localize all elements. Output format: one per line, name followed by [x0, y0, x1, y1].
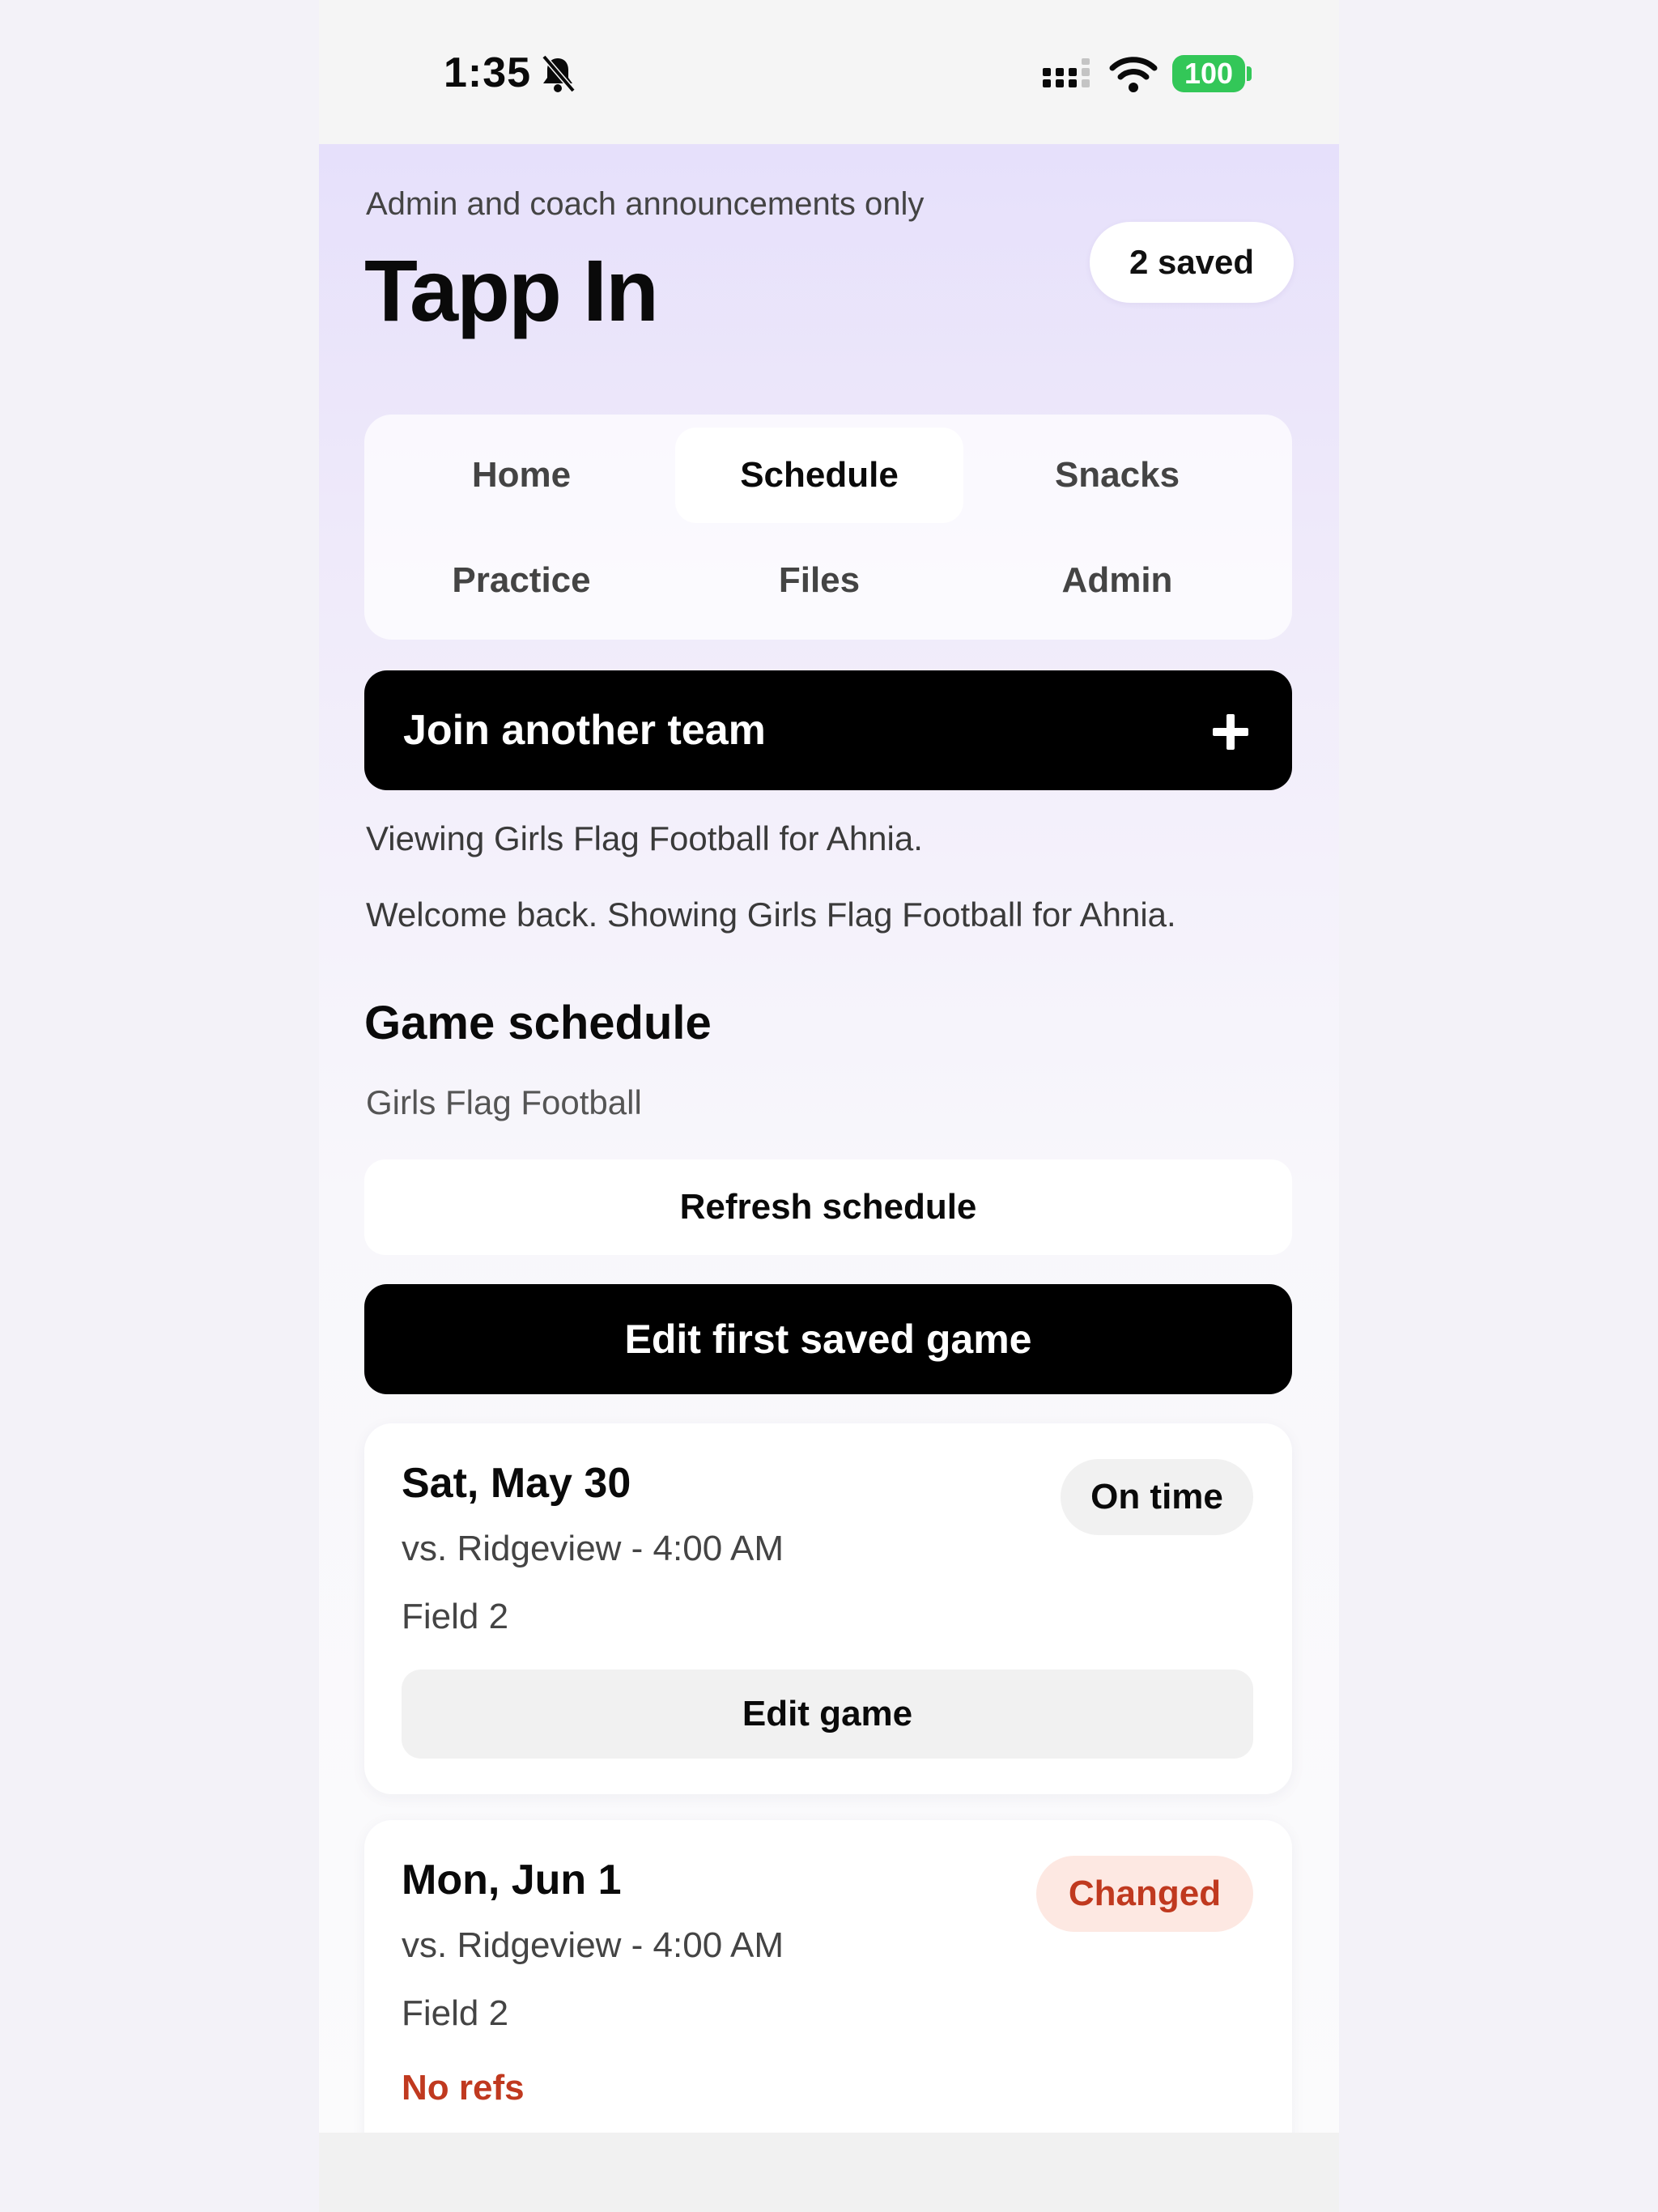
edit-first-saved-game-button[interactable]: Edit first saved game	[364, 1284, 1292, 1394]
app-title: Tapp In	[364, 241, 659, 339]
join-another-team-button[interactable]: Join another team	[364, 670, 1292, 790]
cellular-signal-icon	[1043, 58, 1090, 87]
tab-bar: Home Schedule Snacks Practice Files Admi…	[364, 415, 1292, 640]
join-button-label: Join another team	[403, 707, 766, 754]
bottom-bar	[319, 2133, 1339, 2212]
status-bar: 1:35 100	[319, 0, 1339, 144]
refresh-schedule-button[interactable]: Refresh schedule	[364, 1159, 1292, 1255]
tab-snacks[interactable]: Snacks	[973, 428, 1261, 523]
tab-practice[interactable]: Practice	[377, 533, 665, 628]
tab-schedule[interactable]: Schedule	[675, 428, 963, 523]
battery-cap	[1247, 66, 1252, 81]
team-name-text: Girls Flag Football	[366, 1083, 642, 1121]
bell-muted-icon	[542, 54, 576, 93]
phone-screen: 1:35 100 Admin and coach announcements o…	[319, 0, 1339, 2212]
saved-count-badge[interactable]: 2 saved	[1090, 222, 1294, 303]
status-time: 1:35	[444, 49, 532, 96]
viewing-info-text: Viewing Girls Flag Football for Ahnia.	[366, 819, 923, 857]
app-content: Admin and coach announcements only Tapp …	[319, 144, 1339, 2176]
edit-game-button[interactable]: Edit game	[402, 1670, 1253, 1759]
game-card: Mon, Jun 1 Changed vs. Ridgeview - 4:00 …	[364, 1820, 1292, 2176]
tab-files[interactable]: Files	[675, 533, 963, 628]
tab-home[interactable]: Home	[377, 428, 665, 523]
game-date: Sat, May 30	[402, 1460, 631, 1507]
wifi-icon	[1109, 57, 1158, 92]
game-status-badge: Changed	[1036, 1856, 1253, 1932]
game-field: Field 2	[402, 1993, 509, 2033]
welcome-info-text: Welcome back. Showing Girls Flag Footbal…	[366, 895, 1176, 934]
game-opponent-time: vs. Ridgeview - 4:00 AM	[402, 1529, 784, 1568]
plus-icon	[1213, 714, 1248, 750]
battery-indicator: 100	[1172, 55, 1245, 92]
game-schedule-heading: Game schedule	[364, 997, 712, 1049]
game-note: No refs	[402, 2068, 525, 2108]
game-opponent-time: vs. Ridgeview - 4:00 AM	[402, 1925, 784, 1965]
game-status-badge: On time	[1061, 1459, 1253, 1535]
tab-admin[interactable]: Admin	[973, 533, 1261, 628]
game-date: Mon, Jun 1	[402, 1857, 622, 1904]
game-card: Sat, May 30 On time vs. Ridgeview - 4:00…	[364, 1423, 1292, 1794]
header-subtitle: Admin and coach announcements only	[366, 186, 925, 222]
game-field: Field 2	[402, 1597, 509, 1636]
